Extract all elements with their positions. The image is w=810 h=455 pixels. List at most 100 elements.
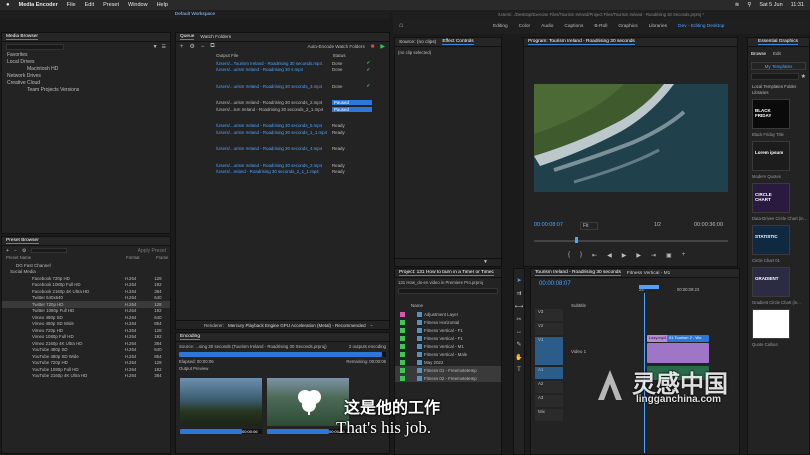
- preset-row[interactable]: Twitter 640x640 H.264 640: [2, 295, 170, 302]
- filter-icon[interactable]: ▼: [395, 258, 501, 266]
- project-item[interactable]: Fitness Vertical - M1: [395, 342, 501, 350]
- preset-row[interactable]: Facebook 2160p 4K Ultra HD H.264 384: [2, 288, 170, 295]
- preset-row[interactable]: Vimeo 2160p 4K Ultra HD H.264 384: [2, 340, 170, 347]
- preset-row[interactable]: Vimeo 720p HD H.264 128: [2, 327, 170, 334]
- ws-broll[interactable]: B-Roll: [594, 24, 607, 29]
- queue-row[interactable]: /Users/...urism Ireland - Roadrising 30 …: [176, 146, 389, 153]
- menu-edit[interactable]: Edit: [85, 2, 94, 8]
- media-search-input[interactable]: [6, 44, 64, 50]
- tab-browse[interactable]: Browse: [751, 51, 766, 56]
- queue-output-file[interactable]: /Users/...reland - Roadrising 30 seconds…: [216, 169, 332, 174]
- ws-audio[interactable]: Audio: [541, 24, 553, 29]
- home-icon[interactable]: ⌂: [399, 22, 403, 29]
- preset-row[interactable]: YouTube 480p SD Wide H.264 854: [2, 353, 170, 360]
- preset-row[interactable]: Facebook 1080p Full HD H.264 192: [2, 282, 170, 289]
- camera-icon[interactable]: ▣: [666, 252, 672, 259]
- preset-search-input[interactable]: [31, 248, 68, 253]
- project-item[interactable]: Fitness Vertical - F1: [395, 334, 501, 342]
- queue-output-file[interactable]: /Users/...urism Ireland - Roadrising 30 …: [216, 84, 332, 89]
- preset-row[interactable]: Twitter 720p HD H.264 128: [2, 301, 170, 308]
- preset-browser-title[interactable]: Preset Browser: [6, 238, 39, 244]
- add-preset-icon[interactable]: +: [6, 248, 9, 254]
- project-item[interactable]: Adjustment Layer: [395, 310, 501, 318]
- tree-macintosh-hd[interactable]: Macintosh HD: [7, 66, 170, 73]
- output-preview-label[interactable]: Output Preview: [176, 365, 389, 372]
- slip-tool-icon[interactable]: ↔: [516, 329, 522, 335]
- program-title[interactable]: Program: Tourism Ireland - Roadrising 30…: [528, 39, 635, 45]
- filter-icon[interactable]: ▼: [153, 44, 158, 50]
- template-thumbnail[interactable]: STATISTIC: [752, 225, 790, 255]
- fit-select[interactable]: Fit: [580, 222, 598, 230]
- template-item[interactable]: Quote Callout: [752, 309, 805, 347]
- ws-graphics[interactable]: Graphics: [618, 24, 637, 29]
- my-templates-select[interactable]: My Templates: [751, 62, 806, 70]
- type-tool-icon[interactable]: T: [517, 367, 521, 373]
- template-item[interactable]: CIRCLE CHART Data-Driven Circle Chart (in…: [752, 183, 807, 221]
- ws-color[interactable]: Color: [519, 24, 530, 29]
- tab-edit[interactable]: Edit: [773, 51, 781, 56]
- menu-preset[interactable]: Preset: [103, 2, 119, 8]
- track-header[interactable]: V1: [535, 337, 563, 365]
- track-select-icon[interactable]: ⇉: [516, 290, 521, 297]
- ws-captions[interactable]: Captions: [564, 24, 583, 29]
- preset-row[interactable]: YouTube 720p HD H.264 128: [2, 360, 170, 367]
- stop-icon[interactable]: ■: [371, 44, 375, 50]
- queue-row[interactable]: /Users/...urism Ireland - Roadrising 30 …: [176, 129, 389, 136]
- project-title[interactable]: Project: 131 How to burn in a Timer or T…: [399, 270, 494, 276]
- template-thumbnail[interactable]: [752, 309, 790, 339]
- playhead-icon[interactable]: [575, 237, 578, 243]
- project-item[interactable]: Fitness 02 - Freemotetemp: [395, 374, 501, 382]
- queue-output-file[interactable]: /Users/...urism Ireland - Roadrising 30 …: [216, 130, 332, 135]
- play-icon[interactable]: ▶: [622, 252, 627, 259]
- project-item[interactable]: Fitness Vertical - F1: [395, 326, 501, 334]
- program-scrubber[interactable]: [534, 240, 728, 242]
- settings-icon[interactable]: ⚙: [190, 43, 195, 50]
- template-item[interactable]: Lorem ipsum Modern Quotes: [752, 141, 805, 179]
- track-header[interactable]: A1: [535, 367, 563, 379]
- menu-file[interactable]: File: [67, 2, 76, 8]
- program-video-frame[interactable]: [534, 84, 728, 192]
- queue-output-file[interactable]: /Users/...urism Ireland - Roadrising 30 …: [216, 146, 332, 151]
- start-queue-icon[interactable]: ▶: [380, 43, 385, 50]
- razor-tool-icon[interactable]: ✂: [516, 316, 521, 323]
- preset-row[interactable]: Vimeo 480p SD H.264 640: [2, 314, 170, 321]
- project-item[interactable]: May 2022: [395, 358, 501, 366]
- duplicate-icon[interactable]: ⧉: [210, 43, 214, 50]
- ws-active[interactable]: Dev - Editing Desktop: [678, 24, 724, 29]
- chevron-down-icon[interactable]: ⌄: [370, 322, 374, 328]
- step-forward-icon[interactable]: ▶: [636, 252, 641, 259]
- apple-icon[interactable]: ●: [6, 2, 10, 8]
- track-header[interactable]: V3: [535, 309, 563, 321]
- track-header[interactable]: A3: [535, 395, 563, 407]
- project-item[interactable]: Fitness 01 - Freemotetemp: [395, 366, 501, 374]
- pen-tool-icon[interactable]: ✎: [516, 341, 521, 348]
- eg-title[interactable]: Essential Graphics: [758, 39, 798, 45]
- tab-source[interactable]: Source: (no clips): [399, 40, 436, 45]
- menu-window[interactable]: Window: [128, 2, 148, 8]
- queue-row[interactable]: /Users/...urism Ireland - Roadrising 30 …: [176, 67, 389, 74]
- go-to-out-icon[interactable]: ⇥: [651, 252, 656, 259]
- template-thumbnail[interactable]: BLACK FRIDAY: [752, 99, 790, 129]
- preset-row[interactable]: Twitter 1080p Full HD H.264 192: [2, 308, 170, 315]
- preset-row[interactable]: Facebook 720p HD H.264 128: [2, 275, 170, 282]
- wifi-icon[interactable]: ≋: [735, 2, 740, 8]
- mark-out-icon[interactable]: }: [580, 252, 582, 259]
- plus-icon[interactable]: +: [682, 252, 686, 259]
- quality-select[interactable]: 1/2: [654, 222, 661, 228]
- queue-output-file[interactable]: /Users/...urism Ireland - Roadrising 30 …: [216, 123, 332, 128]
- template-item[interactable]: BLACK FRIDAY Black Friday Title: [752, 99, 805, 137]
- queue-output-file[interactable]: /Users/...urism Ireland - Roadrising 30 …: [216, 163, 332, 168]
- timeline-timecode[interactable]: 00:00:08:07: [539, 281, 571, 287]
- queue-row[interactable]: /Users/...ism Ireland - Roadrising 30 se…: [176, 106, 389, 113]
- queue-output-file[interactable]: /Users/...ism Ireland - Roadrising 30 se…: [216, 107, 332, 112]
- step-back-icon[interactable]: ◀: [607, 252, 612, 259]
- queue-row[interactable]: /Users/...reland - Roadrising 30 seconds…: [176, 169, 389, 176]
- template-thumbnail[interactable]: GRADIENT: [752, 267, 790, 297]
- preset-row[interactable]: YouTube 1080p Full HD H.264 192: [2, 366, 170, 373]
- template-item[interactable]: STATISTIC Circle Chart 01: [752, 225, 805, 263]
- project-item[interactable]: Fitness Horizontal: [395, 318, 501, 326]
- track-header[interactable]: A2: [535, 381, 563, 393]
- preset-row[interactable]: Vimeo 1080p Full HD H.264 192: [2, 334, 170, 341]
- tab-timeline-main[interactable]: Tourism Ireland - Roadrising 30 seconds: [535, 270, 621, 276]
- template-thumbnail[interactable]: Lorem ipsum: [752, 141, 790, 171]
